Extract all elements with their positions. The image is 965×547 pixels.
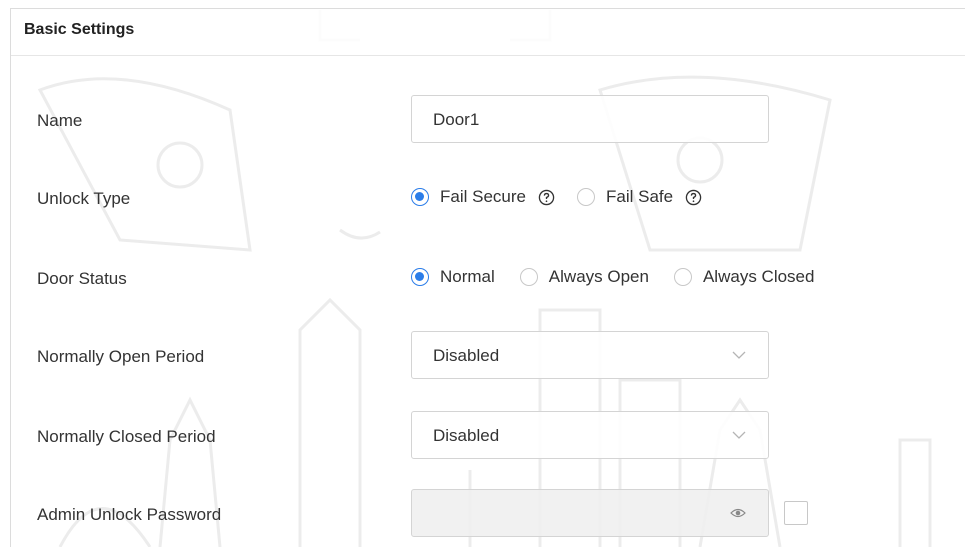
- admin-unlock-password-label: Admin Unlock Password: [37, 505, 222, 524]
- unlock-type-radio-group: Fail Secure Fail Safe: [411, 187, 702, 207]
- normal-radio[interactable]: [411, 268, 429, 286]
- name-input[interactable]: Door1: [411, 95, 769, 143]
- normally-open-period-label: Normally Open Period: [37, 347, 205, 366]
- admin-unlock-password-input[interactable]: [411, 489, 769, 537]
- fail-secure-label[interactable]: Fail Secure: [440, 187, 526, 207]
- always-closed-label[interactable]: Always Closed: [703, 267, 815, 287]
- chevron-down-icon: [732, 351, 746, 359]
- door-status-label: Door Status: [37, 269, 127, 288]
- always-open-radio[interactable]: [519, 268, 538, 286]
- eye-icon[interactable]: [730, 507, 746, 519]
- normally-closed-period-value: Disabled: [433, 426, 500, 445]
- door-status-radio-group: Normal Always Open Always Closed: [411, 267, 814, 287]
- normally-closed-period-select[interactable]: Disabled: [411, 411, 769, 459]
- settings-frame: Basic Settings Name Door1 Unlock Type Fa…: [0, 0, 965, 547]
- admin-unlock-password-checkbox[interactable]: [784, 501, 808, 525]
- unlock-type-label: Unlock Type: [37, 189, 131, 208]
- section-title: Basic Settings: [24, 21, 135, 38]
- fail-safe-radio[interactable]: [576, 188, 595, 206]
- name-input-value: Door1: [433, 110, 480, 129]
- name-label: Name: [37, 111, 83, 130]
- fail-secure-help-icon[interactable]: [538, 189, 555, 206]
- normally-closed-period-label: Normally Closed Period: [37, 427, 216, 446]
- normally-open-period-value: Disabled: [433, 346, 500, 365]
- fail-safe-label[interactable]: Fail Safe: [606, 187, 673, 207]
- normally-open-period-select[interactable]: Disabled: [411, 331, 769, 379]
- fail-secure-radio[interactable]: [411, 188, 429, 206]
- fail-safe-help-icon[interactable]: [685, 189, 702, 206]
- basic-settings-panel: Basic Settings Name Door1 Unlock Type Fa…: [10, 8, 965, 547]
- normal-label[interactable]: Normal: [440, 267, 495, 287]
- always-open-label[interactable]: Always Open: [549, 267, 649, 287]
- section-header: Basic Settings: [11, 9, 965, 56]
- chevron-down-icon: [732, 431, 746, 439]
- always-closed-radio[interactable]: [673, 268, 692, 286]
